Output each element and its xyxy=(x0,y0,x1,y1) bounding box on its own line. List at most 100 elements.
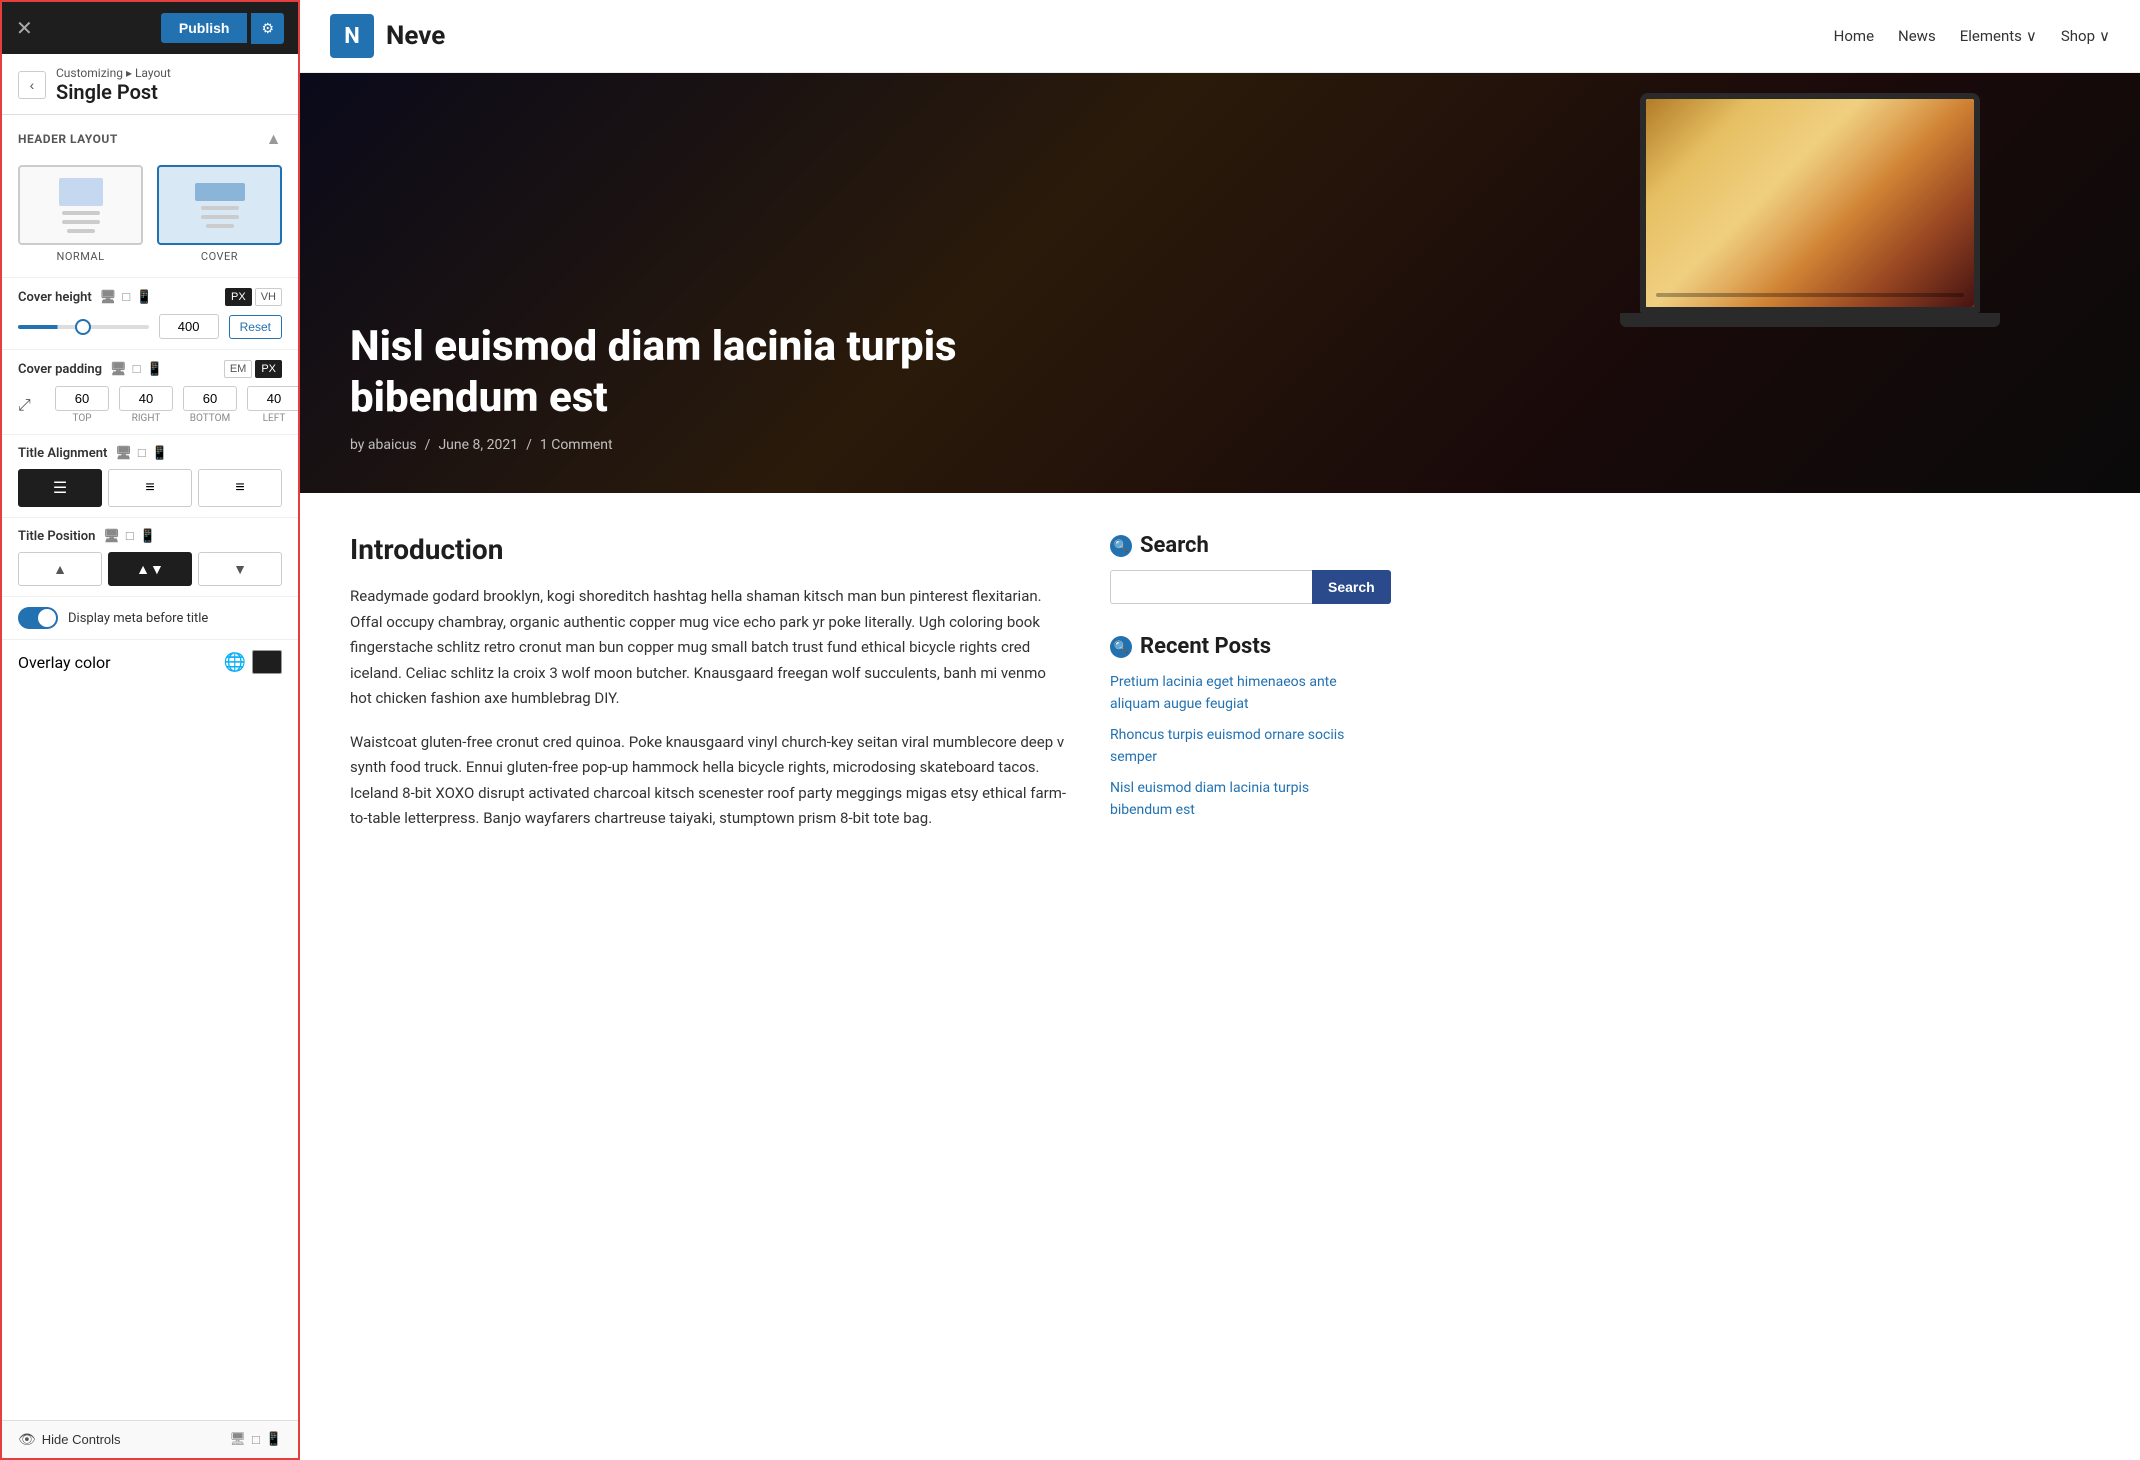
site-name: Neve xyxy=(386,21,445,51)
padding-top-input[interactable] xyxy=(55,386,109,411)
align-desktop-icon[interactable]: 🖥 xyxy=(115,446,132,461)
title-align-label-row: Title Alignment 🖥 □ 📱 xyxy=(18,445,282,461)
overlay-color-swatch[interactable] xyxy=(252,650,282,674)
align-mobile-icon[interactable]: 📱 xyxy=(152,446,168,461)
recent-post-1[interactable]: Pretium lacinia eget himenaeos ante aliq… xyxy=(1110,674,1337,712)
article-body: Readymade godard brooklyn, kogi shoredit… xyxy=(350,584,1070,832)
title-pos-label-row: Title Position 🖥 □ 📱 xyxy=(18,528,282,544)
cover-preview[interactable] xyxy=(157,165,282,245)
padding-bottom-input[interactable] xyxy=(183,386,237,411)
site-logo-area: N Neve xyxy=(330,14,445,58)
search-submit-button[interactable]: Search xyxy=(1312,570,1391,604)
position-middle-button[interactable]: ▲▼ xyxy=(108,552,192,586)
padding-top-cell: TOP xyxy=(52,386,112,424)
close-button[interactable]: ✕ xyxy=(16,16,33,41)
nav-shop[interactable]: Shop ∨ xyxy=(2061,27,2110,45)
cover-padding-text: Cover padding xyxy=(18,362,102,377)
tablet-icon[interactable]: □ xyxy=(122,289,130,305)
display-meta-toggle[interactable] xyxy=(18,607,58,629)
hide-controls-bar: 👁 Hide Controls 🖥 □ 📱 xyxy=(2,1420,298,1458)
cover-line3 xyxy=(201,215,239,219)
nav-elements[interactable]: Elements ∨ xyxy=(1960,27,2037,45)
recent-posts-title: Recent Posts xyxy=(1140,634,1271,659)
alignment-group: ☰ ≡ ≡ xyxy=(18,469,282,507)
align-device-icons: 🖥 □ 📱 xyxy=(115,445,168,461)
search-widget: 🔍 Search Search xyxy=(1110,533,1350,604)
pos-tablet-icon[interactable]: □ xyxy=(126,528,134,544)
padding-left-label: LEFT xyxy=(244,413,300,424)
shop-dropdown-icon: ∨ xyxy=(2099,27,2110,45)
sidebar: 🔍 Search Search 🔍 Recent Posts Pretium l… xyxy=(1070,533,1350,851)
align-center-button[interactable]: ≡ xyxy=(108,469,192,507)
hero-content: Nisl euismod diam lacinia turpis bibendu… xyxy=(350,322,2090,453)
align-tablet-icon[interactable]: □ xyxy=(138,445,146,461)
recent-posts-icon: 🔍 xyxy=(1110,636,1132,658)
padding-icon: ⤢ xyxy=(18,395,48,415)
align-left-button[interactable]: ☰ xyxy=(18,469,102,507)
search-input-row: Search xyxy=(1110,570,1350,604)
pos-desktop-icon[interactable]: 🖥 xyxy=(103,529,120,544)
cover-padding-label-row: Cover padding 🖥 □ 📱 EM PX xyxy=(18,360,282,378)
layout-presets: NORMAL COVER xyxy=(2,159,298,277)
bottom-tablet-icon[interactable]: □ xyxy=(252,1432,260,1448)
padding-left-input[interactable] xyxy=(247,386,300,411)
site-header: N Neve Home News Elements ∨ Shop ∨ xyxy=(300,0,2140,73)
publish-button[interactable]: Publish xyxy=(161,13,248,43)
cover-line1 xyxy=(195,183,245,201)
padding-left-cell: LEFT xyxy=(244,386,300,424)
top-bar: ✕ Publish ⚙ xyxy=(2,2,298,54)
back-button[interactable]: ‹ xyxy=(18,71,46,99)
search-field[interactable] xyxy=(1110,570,1312,604)
padding-desktop-icon[interactable]: 🖥 xyxy=(110,362,127,377)
search-widget-title-row: 🔍 Search xyxy=(1110,533,1350,558)
padding-device-icons: 🖥 □ 📱 xyxy=(110,361,163,377)
desktop-icon[interactable]: 🖥 xyxy=(100,290,117,305)
layout-normal: NORMAL xyxy=(18,165,143,263)
cover-line2 xyxy=(201,206,239,210)
laptop-screen xyxy=(1640,93,1980,313)
padding-right-input[interactable] xyxy=(119,386,173,411)
cover-height-input[interactable]: 400 xyxy=(159,314,219,339)
padding-bottom-cell: BOTTOM xyxy=(180,386,240,424)
unit-vh-button[interactable]: VH xyxy=(255,288,282,306)
nav-home[interactable]: Home xyxy=(1834,27,1874,45)
list-item: Pretium lacinia eget himenaeos ante aliq… xyxy=(1110,671,1350,714)
bottom-device-icons: 🖥 □ 📱 xyxy=(229,1432,282,1448)
overlay-controls: 🌐 xyxy=(224,650,282,674)
bottom-desktop-icon[interactable]: 🖥 xyxy=(229,1432,246,1447)
breadcrumb-area: ‹ Customizing ▸ Layout Single Post xyxy=(2,54,298,115)
position-top-button[interactable]: ▲ xyxy=(18,552,102,586)
eye-icon: 👁 xyxy=(18,1431,36,1448)
section-label: HEADER LAYOUT xyxy=(18,132,118,146)
normal-preview[interactable] xyxy=(18,165,143,245)
title-position-control: Title Position 🖥 □ 📱 ▲ ▲▼ ▼ xyxy=(2,517,298,596)
padding-mobile-icon[interactable]: 📱 xyxy=(146,362,162,377)
layout-cover: COVER xyxy=(157,165,282,263)
hide-controls-button[interactable]: 👁 Hide Controls xyxy=(18,1431,121,1448)
title-pos-text: Title Position xyxy=(18,529,95,544)
cover-height-slider[interactable] xyxy=(18,325,149,329)
cover-height-control: Cover height 🖥 □ 📱 PX VH 400 Reset xyxy=(2,277,298,349)
publish-settings-button[interactable]: ⚙ xyxy=(251,13,284,44)
position-bottom-button[interactable]: ▼ xyxy=(198,552,282,586)
pos-mobile-icon[interactable]: 📱 xyxy=(140,529,156,544)
bottom-mobile-icon[interactable]: 📱 xyxy=(266,1432,282,1447)
collapse-icon[interactable]: ▲ xyxy=(266,129,282,149)
reset-button[interactable]: Reset xyxy=(229,315,282,339)
recent-post-2[interactable]: Rhoncus turpis euismod ornare sociis sem… xyxy=(1110,727,1344,765)
mobile-icon[interactable]: 📱 xyxy=(136,290,152,305)
padding-unit-px[interactable]: PX xyxy=(255,360,282,378)
padding-tablet-icon[interactable]: □ xyxy=(133,361,141,377)
unit-px-button[interactable]: PX xyxy=(225,288,252,306)
preview-line1 xyxy=(62,211,100,215)
recent-post-3[interactable]: Nisl euismod diam lacinia turpis bibendu… xyxy=(1110,780,1309,818)
display-meta-label: Display meta before title xyxy=(68,611,208,626)
nav-news[interactable]: News xyxy=(1898,27,1936,45)
globe-icon[interactable]: 🌐 xyxy=(224,652,246,673)
align-right-button[interactable]: ≡ xyxy=(198,469,282,507)
list-item: Rhoncus turpis euismod ornare sociis sem… xyxy=(1110,724,1350,767)
hero-meta-by: by abaicus xyxy=(350,437,417,453)
padding-unit-em[interactable]: EM xyxy=(224,360,253,378)
breadcrumb-title: Single Post xyxy=(56,80,171,104)
article-title: Introduction xyxy=(350,533,1070,566)
